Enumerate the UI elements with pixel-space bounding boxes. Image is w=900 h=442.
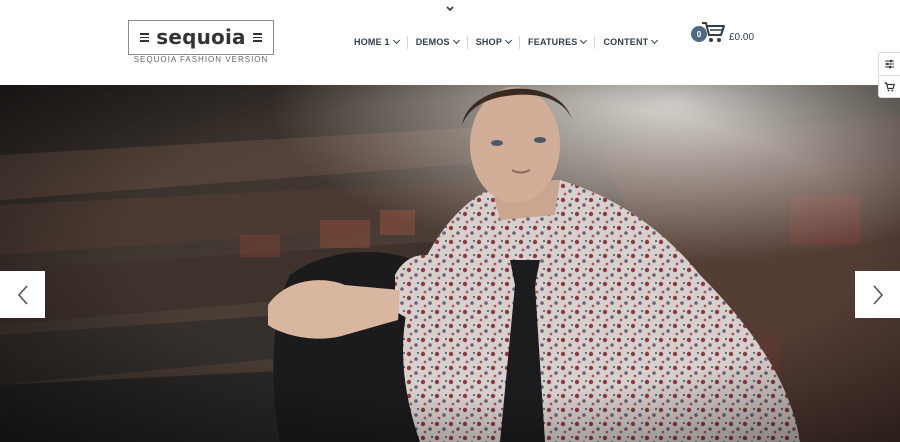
chevron-down-icon	[505, 36, 513, 44]
site-header: sequoia SEQUOIA FASHION VERSION HOME 1 D…	[0, 0, 900, 85]
menu-lines-icon	[140, 33, 150, 42]
nav-item-label: HOME 1	[354, 37, 390, 47]
chevron-down-icon	[452, 36, 460, 44]
nav-item-shop[interactable]: SHOP	[468, 35, 519, 49]
nav-item-content[interactable]: CONTENT	[595, 35, 665, 49]
nav-item-features[interactable]: FEATURES	[520, 35, 594, 49]
header-cart[interactable]: 0 £0.00	[691, 18, 771, 48]
cart-count-badge: 0	[691, 26, 707, 42]
main-nav: HOME 1 DEMOS SHOP FEATURES CONTENT	[346, 35, 665, 49]
nav-item-label: DEMOS	[415, 37, 450, 47]
cart-total: £0.00	[729, 32, 755, 43]
chevron-down-icon[interactable]	[443, 3, 457, 15]
nav-item-home-1[interactable]: HOME 1	[346, 35, 407, 49]
hero-photo	[0, 85, 900, 442]
slider-next-button[interactable]	[855, 271, 900, 318]
slider-prev-button[interactable]	[0, 271, 45, 318]
logo-text: sequoia	[156, 24, 246, 49]
nav-item-label: SHOP	[475, 37, 503, 47]
chevron-down-icon	[651, 36, 659, 44]
chevron-down-icon	[392, 36, 400, 44]
nav-item-demos[interactable]: DEMOS	[408, 35, 467, 49]
cart-icon[interactable]	[879, 75, 900, 97]
nav-item-label: FEATURES	[528, 37, 578, 47]
chevron-left-icon	[17, 284, 28, 305]
site-logo[interactable]: sequoia	[128, 20, 274, 55]
logo-tagline: SEQUOIA FASHION VERSION	[133, 55, 269, 64]
sliders-icon[interactable]	[879, 53, 900, 75]
nav-item-label: CONTENT	[603, 37, 649, 47]
menu-lines-icon	[252, 33, 262, 42]
hero-slider	[0, 85, 900, 442]
chevron-right-icon	[872, 284, 883, 305]
side-toolbar	[878, 52, 900, 98]
chevron-down-icon	[580, 36, 588, 44]
